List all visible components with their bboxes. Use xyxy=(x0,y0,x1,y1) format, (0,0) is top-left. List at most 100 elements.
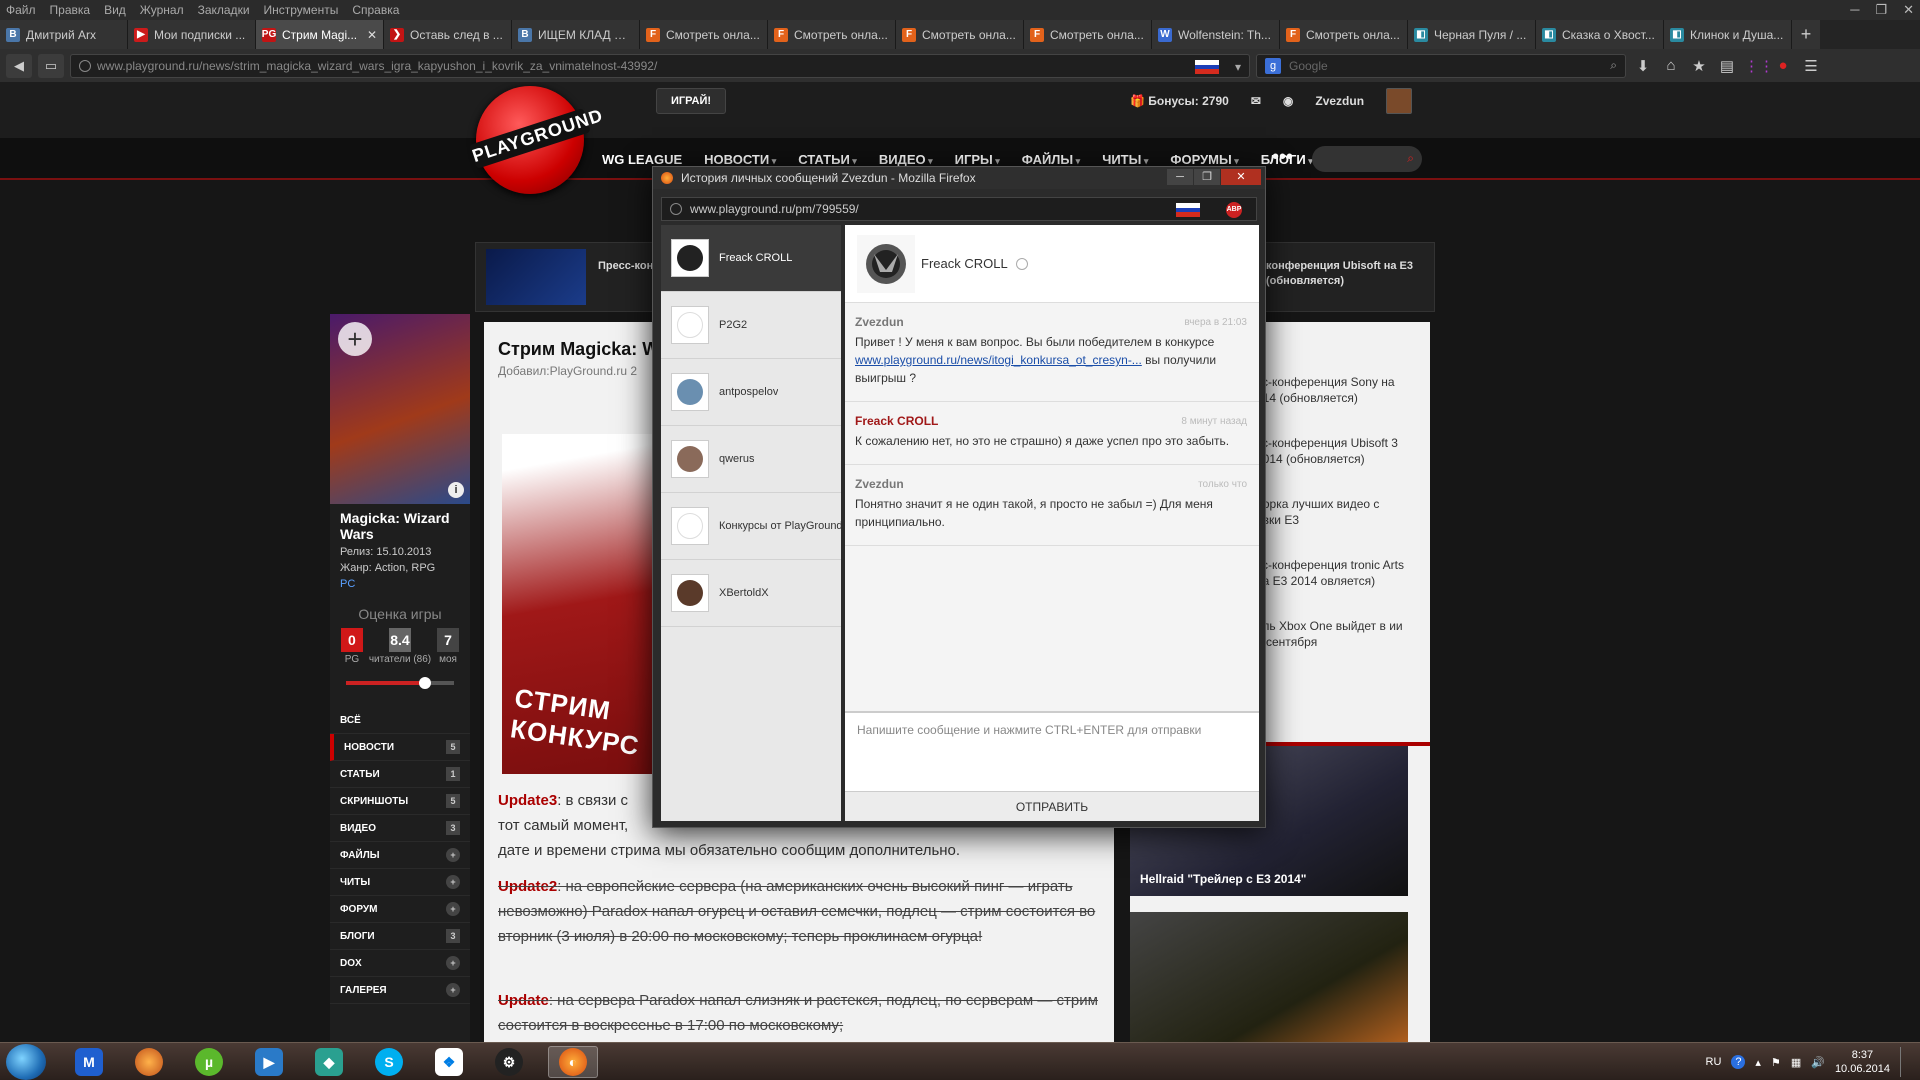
avatar[interactable] xyxy=(1386,88,1413,114)
download-icon[interactable]: ⬇ xyxy=(1632,57,1654,75)
game-platform[interactable]: PC xyxy=(330,576,470,592)
category-item[interactable]: СТАТЬИ 1 xyxy=(330,761,470,788)
tab-13[interactable]: ◧ Клинок и Душа... xyxy=(1664,20,1792,49)
category-item[interactable]: ФАЙЛЫ + xyxy=(330,842,470,869)
category-item[interactable]: ГАЛЕРЕЯ + xyxy=(330,977,470,1004)
network-icon[interactable]: ▦ xyxy=(1791,1056,1801,1069)
tab-4[interactable]: B ИЩЕМ КЛАД У ... xyxy=(512,20,640,49)
tab-7[interactable]: F Смотреть онла... xyxy=(896,20,1024,49)
ticker-item-right[interactable]: конференция Ubisoft на E3 (обновляется) xyxy=(1266,259,1426,289)
site-nav-item[interactable]: WG LEAGUE xyxy=(602,152,682,167)
apps-grid-icon[interactable]: ⋮⋮ xyxy=(1744,57,1774,75)
play-button[interactable]: ИГРАЙ! xyxy=(656,88,727,114)
site-search-input[interactable]: ⌕ xyxy=(1312,146,1422,172)
site-nav-item[interactable]: НОВОСТИ xyxy=(704,152,776,167)
tab-close-icon[interactable]: ✕ xyxy=(363,28,377,42)
contact-item[interactable]: Конкурсы от PlayGround xyxy=(661,493,841,560)
news-item[interactable]: сс-конференция tronic Arts на E3 2014 ов… xyxy=(1256,557,1406,589)
taskbar-app[interactable]: S xyxy=(364,1046,414,1078)
language-indicator[interactable]: RU xyxy=(1706,1056,1722,1068)
message-author[interactable]: Zvezdun xyxy=(855,477,1249,491)
category-item[interactable]: БЛОГИ 3 xyxy=(330,923,470,950)
add-icon[interactable]: + xyxy=(446,983,460,997)
news-item[interactable]: оль Xbox One выйдет в ии 5 сентября xyxy=(1256,618,1406,650)
tab-0[interactable]: B Дмитрий Arx xyxy=(0,20,128,49)
close-icon[interactable]: ✕ xyxy=(1221,169,1261,185)
popup-titlebar[interactable]: История личных сообщений Zvezdun - Mozil… xyxy=(653,167,1265,189)
add-icon[interactable]: + xyxy=(446,956,460,970)
tab-1[interactable]: ▶ Мои подписки ... xyxy=(128,20,256,49)
category-item[interactable]: ЧИТЫ + xyxy=(330,869,470,896)
message-link[interactable]: www.playground.ru/news/itogi_konkursa_ot… xyxy=(855,353,1142,367)
username[interactable]: Zvezdun xyxy=(1315,94,1364,108)
taskbar-app[interactable]: µ xyxy=(184,1046,234,1078)
taskbar-app[interactable]: ◆ xyxy=(304,1046,354,1078)
menu-history[interactable]: Журнал xyxy=(140,3,184,17)
tab-12[interactable]: ◧ Сказка о Хвост... xyxy=(1536,20,1664,49)
news-item[interactable]: сс-конференция Sony на 014 (обновляется) xyxy=(1256,374,1406,406)
menu-edit[interactable]: Правка xyxy=(50,3,91,17)
hamburger-menu-icon[interactable]: ☰ xyxy=(1800,57,1822,75)
start-button[interactable] xyxy=(6,1044,46,1080)
volume-icon[interactable]: 🔊 xyxy=(1811,1056,1825,1069)
ticker-thumbnail[interactable] xyxy=(486,249,586,305)
category-item[interactable]: СКРИНШОТЫ 5 xyxy=(330,788,470,815)
search-icon[interactable]: ⌕ xyxy=(1610,58,1617,73)
adblock-icon[interactable]: ● xyxy=(1772,57,1794,74)
site-nav-item[interactable]: ИГРЫ xyxy=(955,152,1000,167)
send-button[interactable]: ОТПРАВИТЬ xyxy=(845,791,1259,821)
home-icon[interactable]: ⌂ xyxy=(1660,57,1682,74)
search-bar[interactable]: g Google ⌕ xyxy=(1256,53,1626,78)
taskbar-app[interactable]: M xyxy=(64,1046,114,1078)
message-input[interactable]: Напишите сообщение и нажмите CTRL+ENTER … xyxy=(845,711,1259,791)
site-nav-item[interactable]: СТАТЬИ xyxy=(798,152,857,167)
taskbar-app[interactable]: ▶ xyxy=(244,1046,294,1078)
info-icon[interactable]: i xyxy=(448,482,464,498)
add-icon[interactable]: + xyxy=(446,902,460,916)
minimize-icon[interactable]: ─ xyxy=(1850,2,1859,18)
bookmark-page-button[interactable]: ▭ xyxy=(38,53,64,78)
tab-9[interactable]: W Wolfenstein: Th... xyxy=(1152,20,1280,49)
contact-item[interactable]: P2G2 xyxy=(661,292,841,359)
maximize-icon[interactable]: ❐ xyxy=(1194,169,1220,185)
category-item[interactable]: DOX + xyxy=(330,950,470,977)
more-icon[interactable]: ••• xyxy=(1272,146,1293,169)
taskbar-app[interactable]: ❖ xyxy=(424,1046,474,1078)
minimize-icon[interactable]: ─ xyxy=(1167,169,1193,185)
star-icon[interactable]: ★ xyxy=(1688,57,1710,75)
site-nav-item[interactable]: ВИДЕО xyxy=(879,152,933,167)
menu-help[interactable]: Справка xyxy=(352,3,399,17)
taskbar-app[interactable] xyxy=(124,1046,174,1078)
menu-tools[interactable]: Инструменты xyxy=(264,3,339,17)
popup-address-bar[interactable]: www.playground.ru/pm/799559/ ABP xyxy=(661,197,1257,221)
video-thumbnail[interactable] xyxy=(1130,912,1408,1042)
contact-item[interactable]: XBertoldX xyxy=(661,560,841,627)
tab-2[interactable]: PG Стрим Magi... ✕ xyxy=(256,20,384,49)
category-item[interactable]: ВИДЕО 3 xyxy=(330,815,470,842)
tab-5[interactable]: F Смотреть онла... xyxy=(640,20,768,49)
contact-item[interactable]: Freack CROLL xyxy=(661,225,841,292)
slider-handle[interactable] xyxy=(419,677,432,689)
mail-icon[interactable]: ✉ xyxy=(1251,94,1261,108)
game-title[interactable]: Magicka: Wizard Wars xyxy=(330,504,470,544)
close-icon[interactable]: ✕ xyxy=(1903,2,1914,18)
tray-expand-icon[interactable]: ▴ xyxy=(1755,1056,1761,1069)
back-button[interactable]: ◀ xyxy=(6,53,32,78)
menu-view[interactable]: Вид xyxy=(104,3,126,17)
game-cover[interactable]: + i xyxy=(330,314,470,504)
rating-slider[interactable] xyxy=(346,677,454,689)
help-icon[interactable]: ? xyxy=(1731,1055,1746,1069)
block-icon[interactable] xyxy=(1015,257,1028,270)
maximize-icon[interactable]: ❐ xyxy=(1875,2,1887,18)
notifications-icon[interactable]: ◉ xyxy=(1283,94,1293,108)
tab-6[interactable]: F Смотреть онла... xyxy=(768,20,896,49)
menu-file[interactable]: Файл xyxy=(6,3,36,17)
category-item[interactable]: ФОРУМ + xyxy=(330,896,470,923)
category-item[interactable]: НОВОСТИ 5 xyxy=(330,734,470,761)
show-desktop-button[interactable] xyxy=(1900,1047,1910,1077)
tab-3[interactable]: ❯ Оставь след в ... xyxy=(384,20,512,49)
site-nav-item[interactable]: ФОРУМЫ xyxy=(1170,152,1238,167)
site-nav-item[interactable]: ФАЙЛЫ xyxy=(1022,152,1080,167)
chat-contact-name[interactable]: Freack CROLL xyxy=(921,256,1008,271)
bonus-counter[interactable]: 🎁 Бонусы: 2790 xyxy=(1130,94,1229,108)
